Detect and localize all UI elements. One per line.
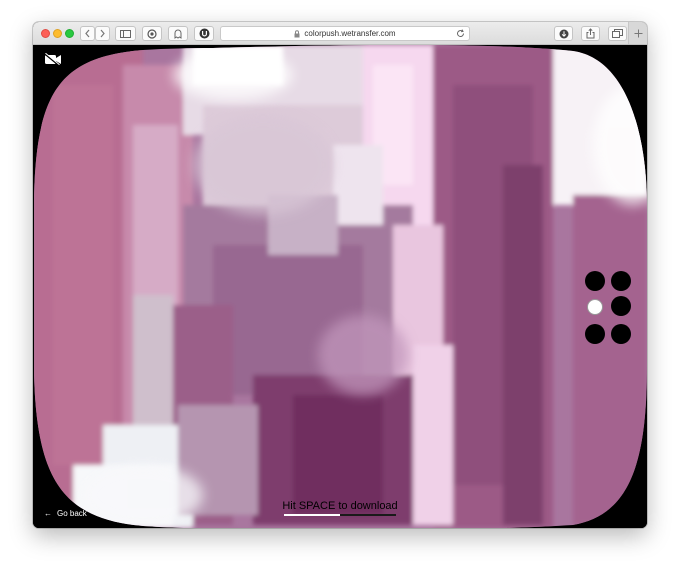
plus-icon <box>634 29 642 37</box>
palette-dot[interactable] <box>611 324 631 344</box>
download-progress-bar <box>284 514 396 516</box>
new-tab-button[interactable] <box>628 22 647 44</box>
chevron-right-icon <box>100 29 105 38</box>
camera-off-icon[interactable] <box>44 53 62 66</box>
url-text: colorpush.wetransfer.com <box>304 29 396 38</box>
palette-dot-active[interactable] <box>587 299 603 315</box>
lock-icon <box>294 29 300 37</box>
share-icon <box>586 28 595 39</box>
share-button[interactable] <box>581 26 600 41</box>
sidebar-icon <box>120 29 131 38</box>
forward-button[interactable] <box>95 26 110 41</box>
extension-ghost-button[interactable] <box>168 26 188 41</box>
tab-overview-button[interactable] <box>608 26 627 41</box>
download-icon <box>559 29 568 38</box>
sidebar-button[interactable] <box>115 26 136 41</box>
minimize-window-button[interactable] <box>53 29 62 38</box>
palette-selector <box>583 269 635 347</box>
reload-icon[interactable] <box>456 29 465 38</box>
palette-dot[interactable] <box>585 324 605 344</box>
palette-dot[interactable] <box>611 296 631 316</box>
tabs-icon <box>612 29 623 38</box>
colorpush-canvas-area: ← Go back Hit SPACE to download <box>33 45 647 528</box>
paint-canvas[interactable] <box>33 45 647 528</box>
downloads-button[interactable] <box>554 26 573 41</box>
browser-toolbar: colorpush.wetransfer.com <box>33 22 647 45</box>
palette-dot[interactable] <box>611 271 631 291</box>
back-button[interactable] <box>80 26 95 41</box>
download-hint: Hit SPACE to download <box>282 500 398 512</box>
chevron-left-icon <box>85 29 90 38</box>
palette-dot[interactable] <box>585 271 605 291</box>
extension-u-button[interactable] <box>194 26 214 41</box>
shield-icon <box>147 28 157 39</box>
ghost-icon <box>174 29 182 39</box>
address-bar[interactable]: colorpush.wetransfer.com <box>220 26 470 41</box>
download-progress-fill <box>284 514 340 516</box>
close-window-button[interactable] <box>41 29 50 38</box>
u-badge-icon <box>199 28 209 39</box>
browser-window: colorpush.wetransfer.com ← Go back Hit S… <box>33 22 647 528</box>
maximize-window-button[interactable] <box>65 29 74 38</box>
privacy-button[interactable] <box>142 26 162 41</box>
